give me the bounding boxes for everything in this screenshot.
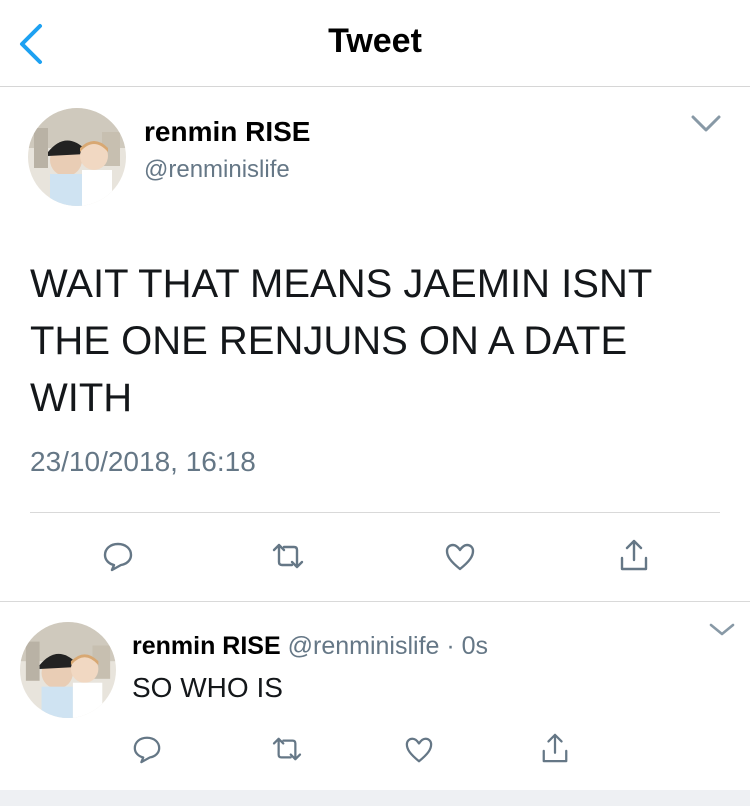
reply-age: 0s — [461, 632, 489, 660]
author-handle[interactable]: @renminislife — [144, 156, 290, 184]
reply-author-name[interactable]: renmin RISE — [132, 632, 281, 660]
reply-separator: · — [446, 632, 455, 660]
reply-text: SO WHO IS — [132, 672, 283, 703]
tweet-timestamp: 23/10/2018, 16:18 — [30, 446, 256, 477]
reply-avatar[interactable] — [20, 622, 116, 718]
bottom-bar — [0, 790, 750, 806]
tweet-text-line: WAIT THAT MEANS JAEMIN ISNT — [30, 262, 653, 306]
nav-header: Tweet — [0, 0, 750, 87]
reply-header: renmin RISE @renminislife · 0s — [132, 632, 488, 661]
reply-like-heart-icon[interactable] — [404, 736, 434, 764]
reply-author-handle[interactable]: @renminislife — [288, 632, 440, 660]
reply-icon[interactable] — [102, 540, 134, 572]
reply-reply-icon[interactable] — [132, 734, 162, 764]
retweet-icon[interactable] — [270, 542, 306, 570]
author-name[interactable]: renmin RISE — [144, 116, 310, 148]
page-title: Tweet — [328, 22, 422, 60]
reply-chevron-down-icon[interactable] — [708, 622, 736, 638]
section-divider — [0, 601, 750, 602]
avatar[interactable] — [28, 108, 126, 206]
tweet-text-line: WITH — [30, 376, 133, 420]
reply-retweet-icon[interactable] — [270, 736, 304, 762]
reply-share-icon[interactable] — [540, 732, 570, 764]
chevron-down-icon[interactable] — [690, 114, 722, 134]
tweet-text-line: THE ONE RENJUNS ON A DATE — [30, 319, 628, 363]
share-icon[interactable] — [618, 538, 650, 572]
divider — [30, 512, 720, 513]
tweet-text: WAIT THAT MEANS JAEMIN ISNT THE ONE RENJ… — [30, 256, 652, 427]
like-heart-icon[interactable] — [444, 542, 476, 572]
